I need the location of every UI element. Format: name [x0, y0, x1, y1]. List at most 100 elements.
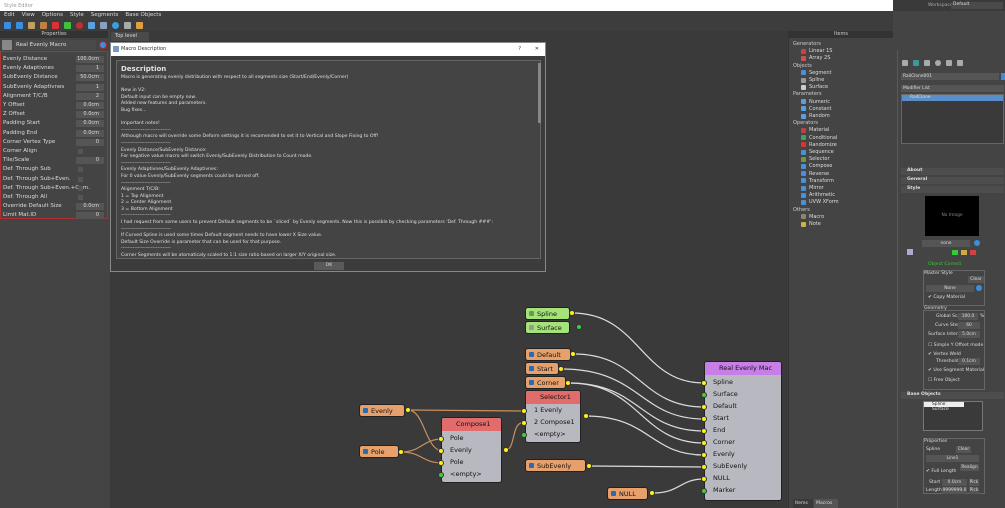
port-in[interactable] [438, 472, 444, 478]
item-transform[interactable]: Transform [801, 178, 834, 184]
length-field[interactable]: 9999999.0 [942, 487, 967, 494]
node-evenly[interactable]: Evenly [359, 404, 405, 417]
rollout-base-objects[interactable]: Base Objects [901, 392, 1004, 399]
item-macro[interactable]: Macro [801, 214, 824, 220]
item-randomize[interactable]: Randomize [801, 142, 837, 148]
port-in[interactable] [701, 488, 707, 494]
node-compose[interactable]: Compose1 Pole Evenly Pole <empty> [441, 417, 502, 483]
spline-clear-button[interactable]: Clear [956, 446, 971, 453]
threshold-field[interactable]: 0.1cm [958, 358, 980, 365]
node-spline[interactable]: Spline [525, 307, 570, 320]
curve-steps-field[interactable]: 60 [958, 322, 980, 329]
category-parameters[interactable]: Parameters [793, 91, 822, 97]
port-out[interactable] [570, 351, 576, 357]
simple-y-checkbox[interactable]: ☐ Simple Y Offset mode [928, 343, 983, 348]
item-spline[interactable]: Spline [801, 77, 824, 83]
port-in[interactable] [521, 432, 527, 438]
port-in[interactable] [701, 416, 707, 422]
port-out[interactable] [583, 413, 589, 419]
help-icon[interactable] [974, 240, 980, 246]
remove-icon[interactable] [970, 250, 976, 255]
category-others[interactable]: Others [793, 207, 810, 213]
item-arithmetic[interactable]: Arithmetic [801, 192, 835, 198]
global-scale-field[interactable]: 100.0 [958, 313, 978, 320]
master-style-button[interactable]: None [926, 285, 974, 292]
port-out[interactable] [565, 380, 571, 386]
close-button[interactable]: ✕ [535, 46, 539, 52]
port-in[interactable] [701, 404, 707, 410]
color-swatch[interactable] [1001, 73, 1005, 80]
port-in[interactable] [701, 428, 707, 434]
item-mirror[interactable]: Mirror [801, 185, 824, 191]
hierarchy-icon[interactable] [924, 60, 930, 66]
base-object-surface[interactable]: Surface [924, 407, 982, 412]
style-name-button[interactable]: none [922, 240, 970, 247]
node-pole[interactable]: Pole [359, 445, 399, 458]
node-subevenly[interactable]: SubEvenly [525, 459, 586, 472]
create-icon[interactable] [902, 60, 908, 66]
tab-items[interactable]: Items [793, 499, 813, 508]
category-generators[interactable]: Generators [793, 41, 821, 47]
node-real-evenly-macro[interactable]: Real Evenly Mac Spline Surface Default Star… [701, 361, 782, 501]
node-surface[interactable]: Surface [525, 321, 570, 334]
item-numeric[interactable]: Numeric [801, 99, 830, 105]
edit-style-icon[interactable] [907, 249, 913, 255]
port-out[interactable] [586, 463, 592, 469]
item-random[interactable]: Random [801, 113, 830, 119]
rollout-about[interactable]: About [901, 168, 1004, 175]
port-in[interactable] [521, 408, 527, 414]
port-out[interactable] [569, 310, 575, 316]
item-sequence[interactable]: Sequence [801, 149, 834, 155]
stack-item-railclone[interactable]: RailClone [902, 95, 1003, 101]
port-in[interactable] [521, 420, 527, 426]
help-button[interactable]: ? [518, 46, 521, 52]
item-constant[interactable]: Constant [801, 106, 831, 112]
spline-pick-button[interactable]: Line1 [926, 455, 979, 462]
node-selector[interactable]: Selector1 1 Evenly 2 Compose1 <empty> [525, 390, 581, 443]
item-surface[interactable]: Surface [801, 84, 828, 90]
port-in[interactable] [701, 476, 707, 482]
copy-material-checkbox[interactable]: ✔ Copy Material [928, 295, 965, 300]
node-default[interactable]: Default [525, 348, 571, 361]
port-in[interactable] [701, 392, 707, 398]
utilities-icon[interactable] [957, 60, 963, 66]
port-out[interactable] [649, 490, 655, 496]
free-object-checkbox[interactable]: ☐ Free Object [928, 378, 960, 383]
refresh-icon[interactable] [976, 285, 982, 291]
clear-button[interactable]: Clear [968, 276, 984, 283]
object-name-field[interactable]: RailClone001 [901, 73, 999, 80]
item-conditional[interactable]: Conditional [801, 135, 837, 141]
vertex-weld-checkbox[interactable]: ✔ Vertex Weld [928, 352, 961, 357]
item-segment[interactable]: Segment [801, 70, 832, 76]
category-operators[interactable]: Operators [793, 120, 818, 126]
port-in[interactable] [438, 436, 444, 442]
ok-button[interactable]: OK [314, 262, 344, 270]
full-length-checkbox[interactable]: ✔ Full Length [926, 469, 956, 474]
node-start[interactable]: Start [525, 362, 559, 375]
length-pick-button[interactable]: Pick [969, 487, 979, 494]
port-in[interactable] [438, 448, 444, 454]
item-uvw-xform[interactable]: UVW XForm [801, 199, 839, 205]
realign-button[interactable]: Realign [960, 464, 979, 471]
surface-interp-field[interactable]: 5.0cm [958, 331, 980, 338]
item-compose[interactable]: Compose [801, 163, 832, 169]
modifier-list-dropdown[interactable]: Modifier List [901, 85, 1004, 92]
item-array-2s[interactable]: Array 2S [801, 55, 830, 61]
motion-icon[interactable] [935, 60, 941, 66]
node-corner[interactable]: Corner [525, 376, 566, 389]
item-reverse[interactable]: Reverse [801, 171, 829, 177]
item-linear-1s[interactable]: Linear 1S [801, 48, 832, 54]
import-icon[interactable] [952, 250, 958, 255]
category-objects[interactable]: Objects [793, 63, 812, 69]
item-selector[interactable]: Selector [801, 156, 830, 162]
start-field[interactable]: 0.0cm [942, 479, 967, 486]
item-note[interactable]: Note [801, 221, 821, 227]
use-segment-material-checkbox[interactable]: ✔ Use Segment Material [928, 368, 984, 373]
port-out[interactable] [503, 447, 509, 453]
node-null[interactable]: NULL [607, 487, 648, 500]
port-out[interactable] [576, 324, 582, 330]
port-out[interactable] [405, 407, 411, 413]
port-in[interactable] [701, 380, 707, 386]
start-pick-button[interactable]: Pick [969, 479, 979, 486]
scrollbar[interactable] [538, 63, 541, 123]
